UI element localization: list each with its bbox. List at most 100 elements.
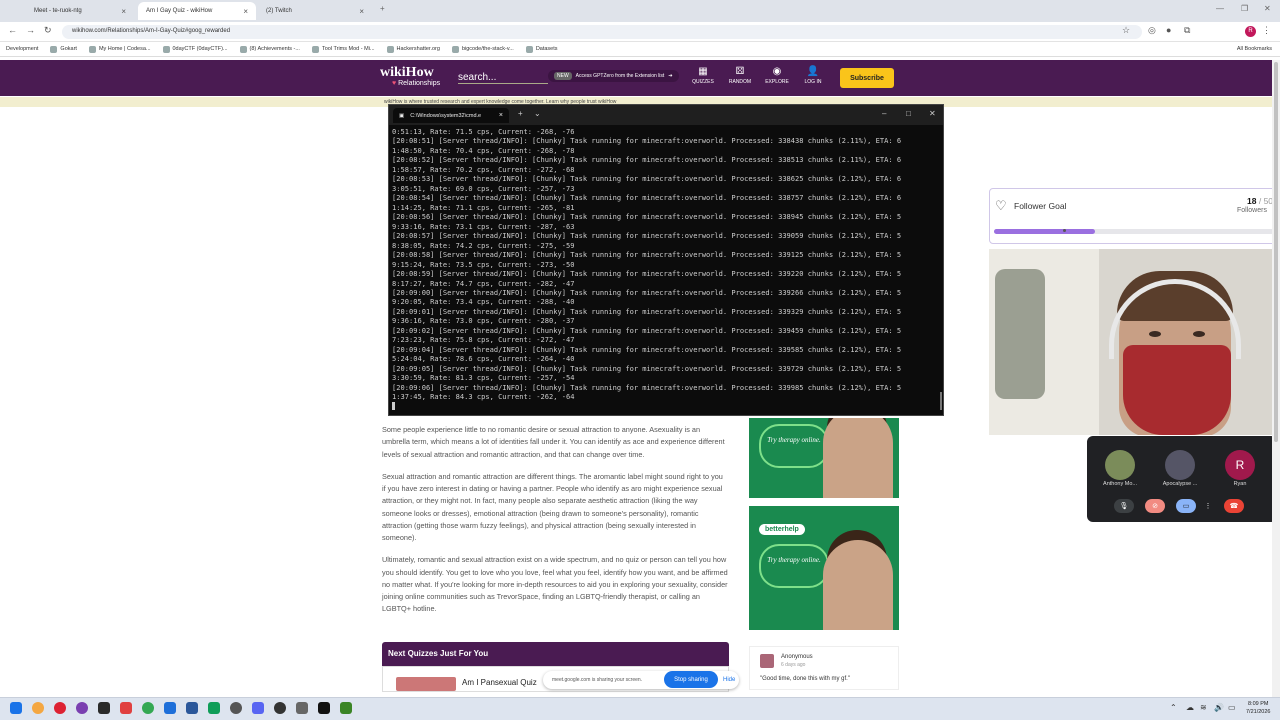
wikihow-logo[interactable]: wikiHow: [380, 65, 434, 81]
close-icon[interactable]: ×: [121, 7, 126, 16]
bookmark-item[interactable]: bigcode/the-stack-v...: [451, 45, 514, 53]
maximize-icon[interactable]: □: [906, 109, 911, 118]
stop-sharing-button[interactable]: Stop sharing: [664, 671, 718, 688]
app-icon[interactable]: [208, 702, 220, 714]
ad-betterhelp[interactable]: Try therapy online.: [749, 418, 899, 498]
comment-text: "Good time, done this with my gf.": [760, 676, 850, 682]
hide-button[interactable]: Hide: [723, 677, 735, 683]
terminal-line: 9:20:05, Rate: 73.4 cps, Current: -288, …: [392, 297, 575, 307]
tray-icon[interactable]: ☁: [1186, 703, 1194, 712]
minecraft-icon[interactable]: [340, 702, 352, 714]
new-tab-icon[interactable]: +: [380, 4, 385, 13]
wifi-icon[interactable]: ≋: [1200, 703, 1207, 712]
app-icon[interactable]: [296, 702, 308, 714]
tab-title: Am I Gay Quiz - wikiHow: [146, 8, 213, 14]
page-scrollbar-thumb[interactable]: [1274, 62, 1278, 442]
github-icon[interactable]: [98, 702, 110, 714]
bookmark-item[interactable]: 0dayCTF (0dayCTF)...: [162, 45, 228, 53]
comment-time: 6 days ago: [781, 662, 806, 668]
maximize-icon[interactable]: ❐: [1241, 4, 1248, 13]
forward-icon[interactable]: →: [26, 25, 35, 35]
chrome-icon[interactable]: [142, 702, 154, 714]
nav-explore[interactable]: ◉ EXPLORE: [762, 66, 792, 85]
microphone-icon[interactable]: 🎙: [1114, 499, 1134, 513]
new-tab-icon[interactable]: +: [518, 109, 523, 118]
close-window-icon[interactable]: ✕: [929, 109, 936, 118]
close-icon[interactable]: ×: [499, 112, 503, 119]
terminal-line: [20:08:51] [Server thread/INFO]: [Chunky…: [392, 136, 902, 146]
bookmark-star-icon[interactable]: ☆: [1122, 25, 1130, 36]
progress-marker: [1063, 229, 1066, 232]
app-icon[interactable]: [54, 702, 66, 714]
participant-avatar[interactable]: [1165, 450, 1195, 480]
app-icon[interactable]: [120, 702, 132, 714]
app-icon[interactable]: [164, 702, 176, 714]
quiz-title[interactable]: Am I Pansexual Quiz: [462, 678, 537, 687]
bookmark-item[interactable]: Development: [6, 46, 38, 52]
bookmark-item[interactable]: Hackershatter.org: [386, 45, 440, 53]
settings-icon[interactable]: [230, 702, 242, 714]
terminal-line: [20:09:06] [Server thread/INFO]: [Chunky…: [392, 382, 902, 392]
nav-quizzes[interactable]: ▦ QUIZZES: [688, 66, 718, 85]
back-icon[interactable]: ←: [8, 25, 17, 35]
terminal-taskbar-icon[interactable]: [318, 702, 330, 714]
nav-login[interactable]: 👤 LOG IN: [798, 66, 828, 85]
bookmark-item[interactable]: Tool Trims Mod - Mi...: [311, 45, 375, 53]
terminal-line: 9:15:24, Rate: 73.5 cps, Current: -273, …: [392, 259, 575, 269]
taskbar-clock[interactable]: 8:09 PM 7/21/2026: [1246, 700, 1270, 716]
app-icon[interactable]: [186, 702, 198, 714]
close-window-icon[interactable]: ✕: [1264, 4, 1271, 13]
participant-avatar[interactable]: [1105, 450, 1135, 480]
close-icon[interactable]: ×: [243, 7, 248, 16]
terminal-output[interactable]: 0:51:13, Rate: 71.5 cps, Current: -268, …: [392, 127, 940, 411]
search-input[interactable]: search...: [458, 72, 548, 84]
terminal-tab[interactable]: ▣ C:\Windows\system32\cmd.e ×: [393, 108, 509, 123]
bookmark-item[interactable]: Datasets: [525, 45, 558, 53]
bookmark-item[interactable]: My Home | Codesa...: [88, 45, 151, 53]
tray-chevron-icon[interactable]: ⌃: [1170, 703, 1177, 712]
start-icon[interactable]: [10, 702, 22, 714]
terminal-line: [20:09:02] [Server thread/INFO]: [Chunky…: [392, 325, 902, 335]
section-label[interactable]: ♥ Relationships: [392, 80, 440, 87]
nav-random[interactable]: ⚄ RANDOM: [725, 66, 755, 85]
close-icon[interactable]: ×: [359, 7, 364, 16]
tab-wikihow[interactable]: Am I Gay Quiz - wikiHow ×: [138, 2, 256, 20]
site-icon: [451, 45, 459, 53]
app-icon[interactable]: [32, 702, 44, 714]
camera-off-icon[interactable]: ⊘: [1145, 499, 1165, 513]
reload-icon[interactable]: ↻: [44, 25, 52, 36]
app-icon[interactable]: [274, 702, 286, 714]
minimize-icon[interactable]: –: [882, 109, 886, 118]
more-options-icon[interactable]: ⋮: [1203, 499, 1213, 513]
url-input[interactable]: wikihow.com/Relationships/Am-I-Gay-Quiz#…: [62, 25, 1142, 39]
ad-betterhelp[interactable]: betterhelp Try therapy online.: [749, 506, 899, 630]
terminal-line: [20:09:05] [Server thread/INFO]: [Chunky…: [392, 363, 902, 373]
bookmark-item[interactable]: (8) Achievements -...: [239, 45, 300, 53]
screen-share-text: meet.google.com is sharing your screen.: [552, 677, 643, 683]
bookmark-item[interactable]: Gokart: [50, 45, 77, 53]
subscribe-button[interactable]: Subscribe: [840, 68, 894, 88]
promo-banner[interactable]: NEW Access GPTZero from the Extension li…: [548, 70, 679, 82]
terminal-scrollbar[interactable]: [940, 392, 942, 410]
ad-tagline: Try therapy online.: [759, 424, 829, 468]
extension-icon[interactable]: ●: [1166, 25, 1171, 35]
volume-icon[interactable]: 🔊: [1214, 703, 1224, 712]
all-bookmarks[interactable]: All Bookmarks: [1237, 46, 1272, 52]
profile-avatar[interactable]: R: [1245, 26, 1256, 37]
tab-meet[interactable]: Meet - te-ruok-ntg ×: [26, 2, 134, 20]
chevron-down-icon[interactable]: ⌄: [534, 109, 541, 118]
puzzle-icon[interactable]: ⧉: [1184, 25, 1190, 36]
battery-icon[interactable]: ▭: [1228, 703, 1236, 712]
app-icon[interactable]: [76, 702, 88, 714]
menu-icon[interactable]: ⋮: [1262, 25, 1271, 36]
minimize-icon[interactable]: —: [1216, 4, 1224, 13]
article-paragraph: Ultimately, romantic and sexual attracti…: [382, 555, 728, 614]
tab-twitch[interactable]: (2) Twitch ×: [258, 2, 372, 20]
leave-call-icon[interactable]: ☎: [1224, 499, 1244, 513]
participant-avatar[interactable]: R: [1225, 450, 1255, 480]
discord-icon[interactable]: [252, 702, 264, 714]
present-screen-icon[interactable]: ▭: [1176, 499, 1196, 513]
terminal-line: [20:09:00] [Server thread/INFO]: [Chunky…: [392, 287, 902, 297]
extension-icon[interactable]: ◎: [1148, 25, 1156, 36]
site-icon: [311, 45, 319, 53]
